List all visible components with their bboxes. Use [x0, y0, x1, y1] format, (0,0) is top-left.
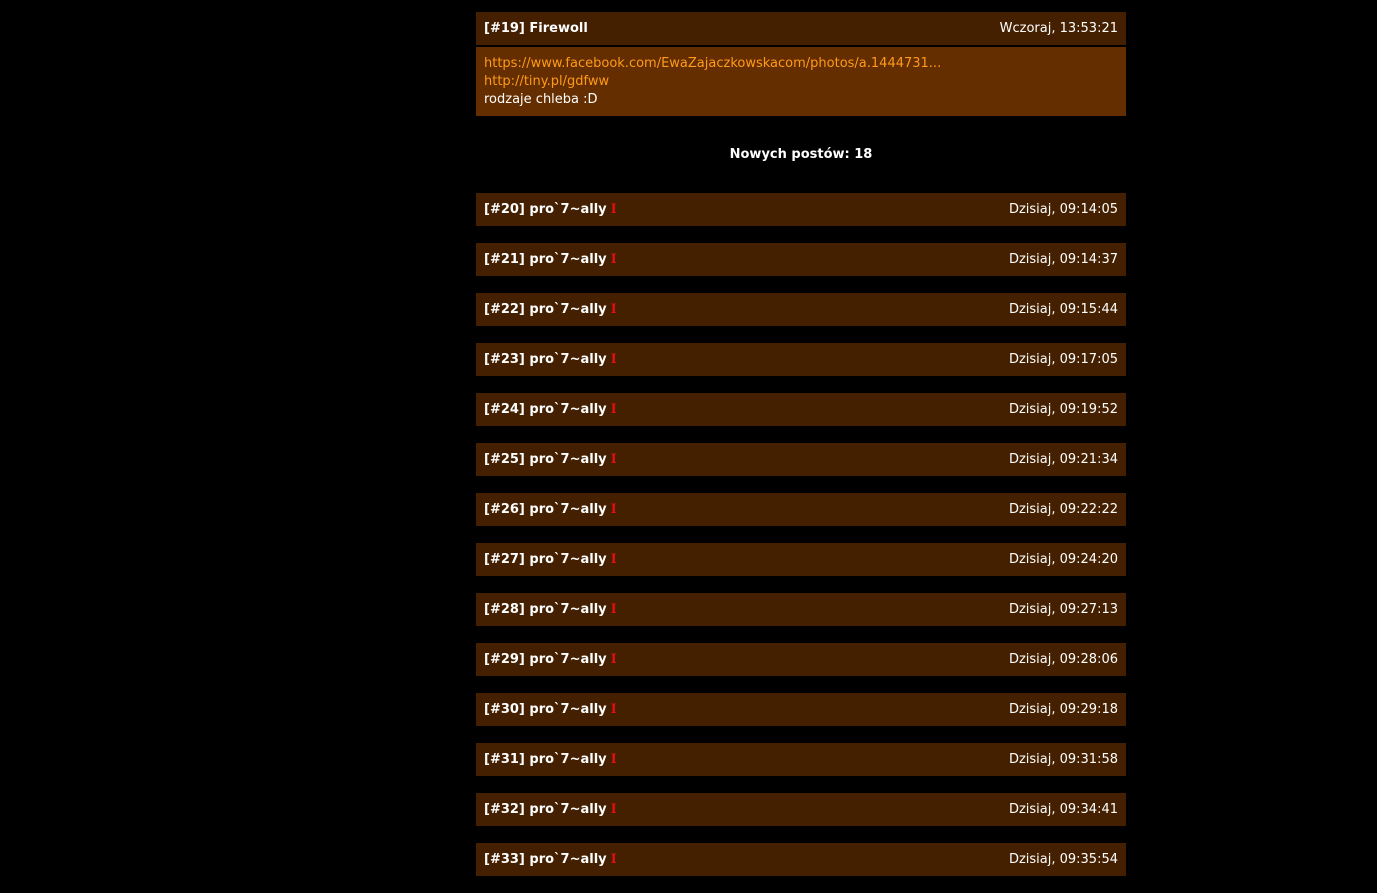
post-title[interactable]: [#20] pro`7~ally I: [484, 202, 617, 217]
post-date: Dzisiaj, 09:28:06: [1008, 652, 1118, 667]
rank-icon: I: [610, 702, 617, 717]
post-date: Dzisiaj, 09:31:58: [1008, 752, 1118, 767]
post-date: Dzisiaj, 09:27:13: [1008, 602, 1118, 617]
post-header[interactable]: [#31] pro`7~ally I Dzisiaj, 09:31:58: [476, 743, 1126, 776]
post-title[interactable]: [#32] pro`7~ally I: [484, 802, 617, 817]
post-title[interactable]: [#29] pro`7~ally I: [484, 652, 617, 667]
posts-column: [#19] Firewoll Wczoraj, 13:53:21 https:/…: [476, 12, 1126, 893]
post-author[interactable]: [#25] pro`7~ally: [484, 452, 607, 467]
new-posts-count: Nowych postów: 18: [729, 147, 873, 162]
post-author[interactable]: [#20] pro`7~ally: [484, 202, 607, 217]
post-date: Dzisiaj, 09:35:54: [1008, 852, 1118, 867]
rank-icon: I: [610, 452, 617, 467]
post-title[interactable]: [#23] pro`7~ally I: [484, 352, 617, 367]
post-title[interactable]: [#19] Firewoll: [484, 21, 588, 36]
rank-icon: I: [610, 502, 617, 517]
post-header[interactable]: [#20] pro`7~ally I Dzisiaj, 09:14:05: [476, 193, 1126, 226]
post-header[interactable]: [#21] pro`7~ally I Dzisiaj, 09:14:37: [476, 243, 1126, 276]
post-date: Wczoraj, 13:53:21: [999, 21, 1118, 36]
post-header[interactable]: [#22] pro`7~ally I Dzisiaj, 09:15:44: [476, 293, 1126, 326]
post-author[interactable]: [#30] pro`7~ally: [484, 702, 607, 717]
post-list: [#20] pro`7~ally I Dzisiaj, 09:14:05 [#21] …: [476, 193, 1126, 876]
post-date: Dzisiaj, 09:17:05: [1008, 352, 1118, 367]
post-title[interactable]: [#26] pro`7~ally I: [484, 502, 617, 517]
post-text: rodzaje chleba :D: [484, 92, 598, 107]
post-header[interactable]: [#23] pro`7~ally I Dzisiaj, 09:17:05: [476, 343, 1126, 376]
post-header[interactable]: [#33] pro`7~ally I Dzisiaj, 09:35:54: [476, 843, 1126, 876]
post-date: Dzisiaj, 09:15:44: [1008, 302, 1118, 317]
post-header[interactable]: [#27] pro`7~ally I Dzisiaj, 09:24:20: [476, 543, 1126, 576]
post-header[interactable]: [#25] pro`7~ally I Dzisiaj, 09:21:34: [476, 443, 1126, 476]
post-author[interactable]: [#27] pro`7~ally: [484, 552, 607, 567]
post-author[interactable]: [#21] pro`7~ally: [484, 252, 607, 267]
rank-icon: I: [610, 552, 617, 567]
rank-icon: I: [610, 602, 617, 617]
post-title[interactable]: [#22] pro`7~ally I: [484, 302, 617, 317]
post-title[interactable]: [#24] pro`7~ally I: [484, 402, 617, 417]
post-header[interactable]: [#29] pro`7~ally I Dzisiaj, 09:28:06: [476, 643, 1126, 676]
post-author[interactable]: [#32] pro`7~ally: [484, 802, 607, 817]
post-link[interactable]: https://www.facebook.com/EwaZajaczkowska…: [484, 55, 1118, 73]
post-title[interactable]: [#28] pro`7~ally I: [484, 602, 617, 617]
post-date: Dzisiaj, 09:34:41: [1008, 802, 1118, 817]
post-title[interactable]: [#30] pro`7~ally I: [484, 702, 617, 717]
post-date: Dzisiaj, 09:21:34: [1008, 452, 1118, 467]
rank-icon: I: [610, 202, 617, 217]
rank-icon: I: [610, 652, 617, 667]
post-body: https://www.facebook.com/EwaZajaczkowska…: [476, 47, 1126, 116]
post-title[interactable]: [#27] pro`7~ally I: [484, 552, 617, 567]
post-header[interactable]: [#32] pro`7~ally I Dzisiaj, 09:34:41: [476, 793, 1126, 826]
post-header[interactable]: [#19] Firewoll Wczoraj, 13:53:21: [476, 12, 1126, 45]
rank-icon: I: [610, 252, 617, 267]
rank-icon: I: [610, 752, 617, 767]
post-header[interactable]: [#30] pro`7~ally I Dzisiaj, 09:29:18: [476, 693, 1126, 726]
post-date: Dzisiaj, 09:14:05: [1008, 202, 1118, 217]
post-author[interactable]: [#26] pro`7~ally: [484, 502, 607, 517]
post-title[interactable]: [#33] pro`7~ally I: [484, 852, 617, 867]
post-author[interactable]: [#31] pro`7~ally: [484, 752, 607, 767]
post-title[interactable]: [#25] pro`7~ally I: [484, 452, 617, 467]
post-author[interactable]: [#22] pro`7~ally: [484, 302, 607, 317]
post-date: Dzisiaj, 09:14:37: [1008, 252, 1118, 267]
post-header[interactable]: [#28] pro`7~ally I Dzisiaj, 09:27:13: [476, 593, 1126, 626]
post-date: Dzisiaj, 09:29:18: [1008, 702, 1118, 717]
post-author[interactable]: [#23] pro`7~ally: [484, 352, 607, 367]
post-link[interactable]: http://tiny.pl/gdfww: [484, 73, 1118, 91]
post-author[interactable]: [#29] pro`7~ally: [484, 652, 607, 667]
post-title[interactable]: [#21] pro`7~ally I: [484, 252, 617, 267]
post-date: Dzisiaj, 09:19:52: [1008, 402, 1118, 417]
post-header[interactable]: [#26] pro`7~ally I Dzisiaj, 09:22:22: [476, 493, 1126, 526]
post-date: Dzisiaj, 09:22:22: [1008, 502, 1118, 517]
post-title[interactable]: [#31] pro`7~ally I: [484, 752, 617, 767]
post-author[interactable]: [#33] pro`7~ally: [484, 852, 607, 867]
rank-icon: I: [610, 802, 617, 817]
post-date: Dzisiaj, 09:24:20: [1008, 552, 1118, 567]
rank-icon: I: [610, 402, 617, 417]
post-author[interactable]: [#28] pro`7~ally: [484, 602, 607, 617]
post-header[interactable]: [#24] pro`7~ally I Dzisiaj, 09:19:52: [476, 393, 1126, 426]
rank-icon: I: [610, 852, 617, 867]
post-author[interactable]: [#24] pro`7~ally: [484, 402, 607, 417]
rank-icon: I: [610, 302, 617, 317]
rank-icon: I: [610, 352, 617, 367]
